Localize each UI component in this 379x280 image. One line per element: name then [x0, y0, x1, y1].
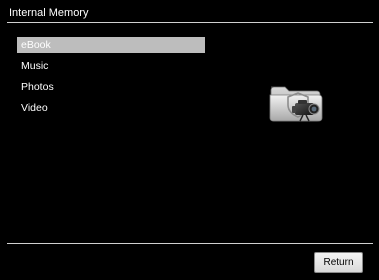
menu-item-label: Video: [21, 102, 48, 114]
menu-item-label: Photos: [21, 81, 54, 93]
menu-item-photos[interactable]: Photos: [17, 79, 205, 95]
category-menu: eBook Music Photos Video: [17, 37, 205, 121]
title-divider: [7, 22, 373, 23]
internal-memory-screen: Internal Memory eBook Music Photos Video: [0, 0, 379, 280]
menu-item-label: Music: [21, 60, 49, 72]
menu-item-ebook[interactable]: eBook: [17, 37, 205, 53]
menu-item-video[interactable]: Video: [17, 100, 205, 116]
menu-item-label: eBook: [21, 39, 51, 51]
video-folder-icon: [268, 80, 326, 124]
title-bar: Internal Memory: [0, 0, 379, 24]
window-title: Internal Memory: [9, 7, 89, 19]
menu-item-music[interactable]: Music: [17, 58, 205, 74]
footer-divider: [7, 243, 373, 244]
return-button[interactable]: Return: [314, 252, 363, 273]
